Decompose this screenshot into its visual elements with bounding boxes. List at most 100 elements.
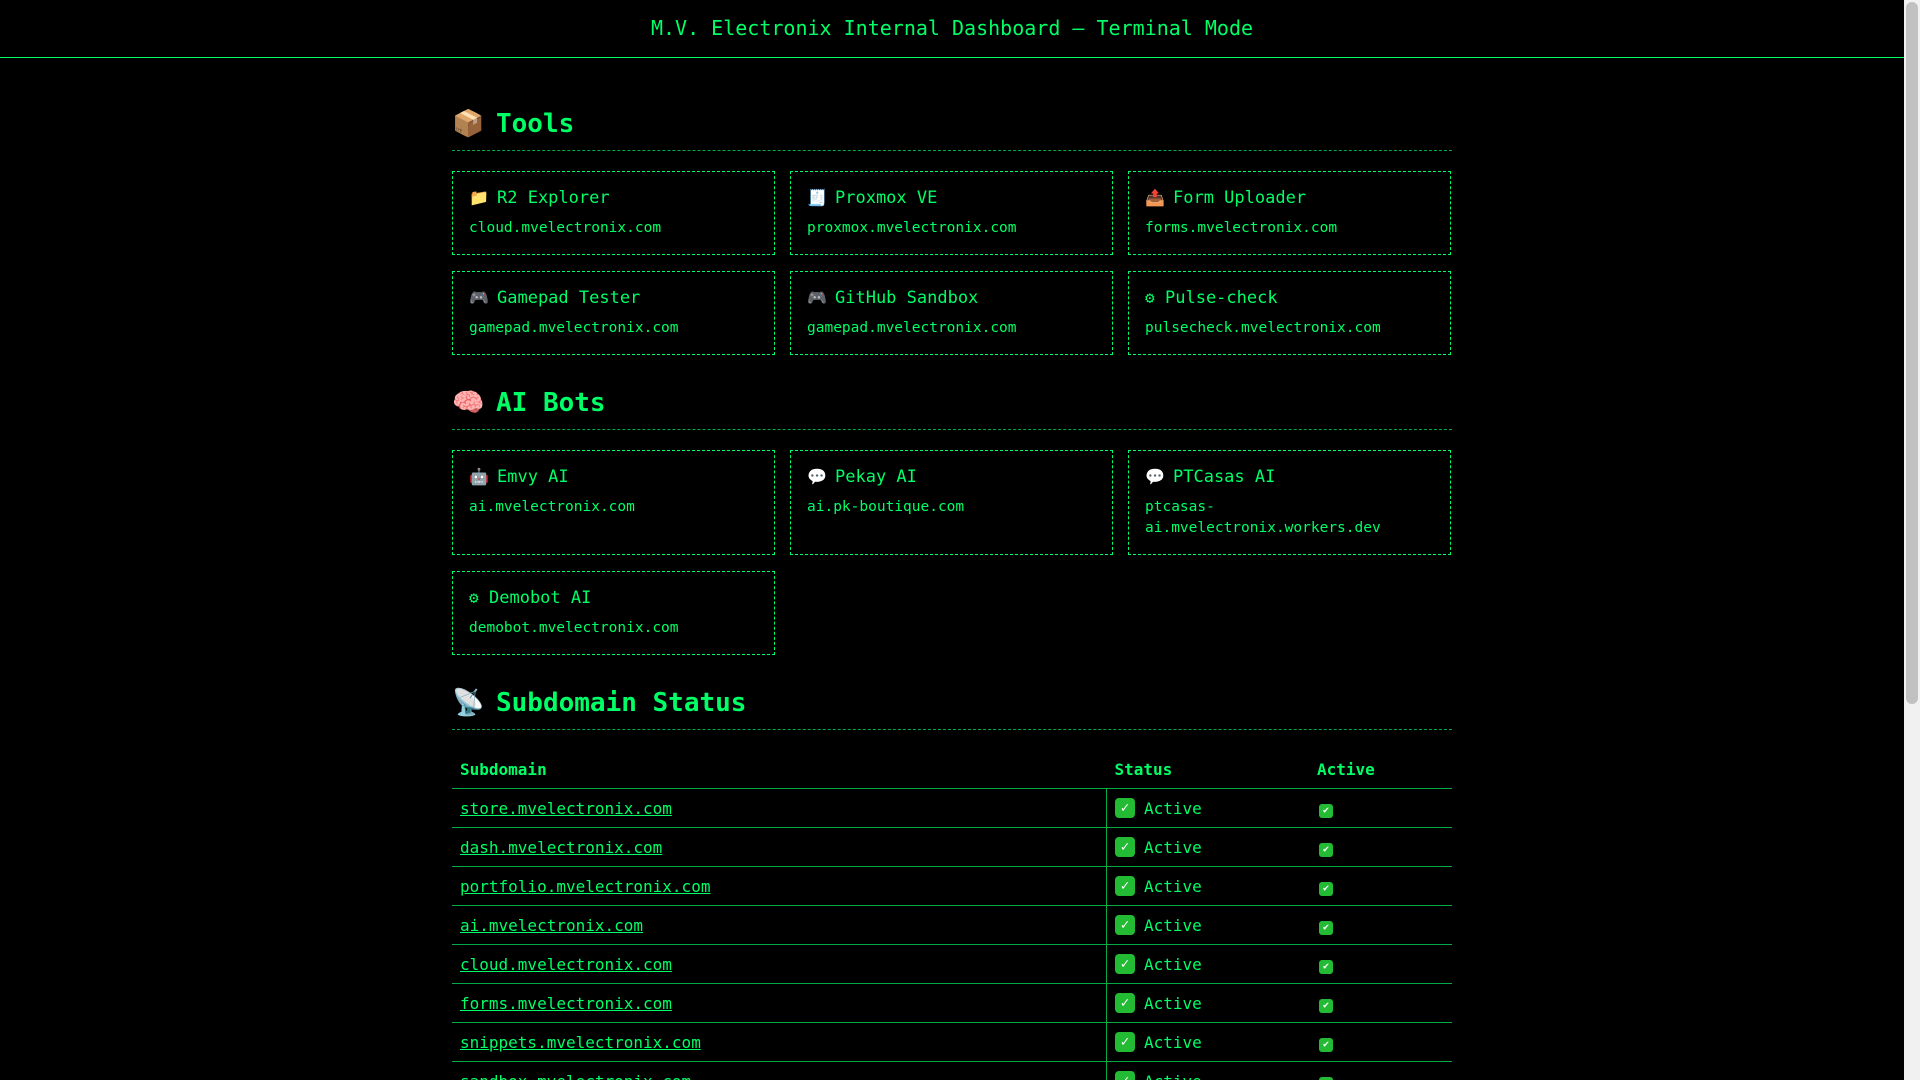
bot-card-ptcasas-ai[interactable]: 💬 PTCasas AI ptcasas-ai.mvelectronix.work… [1128,450,1451,555]
status-cell: ✓ Active [1106,1022,1309,1062]
check-mark-icon: ✓ [1115,798,1135,818]
active-check-icon: ✔ [1319,998,1333,1013]
table-row: store.mvelectronix.com ✓ Active ✔ [452,788,1452,828]
card-url: gamepad.mvelectronix.com [469,320,679,336]
tools-grid: 📁 R2 Explorer cloud.mvelectronix.com 🧾 Pro… [452,171,1452,355]
subdomain-link[interactable]: ai.mvelectronix.com [460,916,643,935]
subdomain-link[interactable]: store.mvelectronix.com [460,799,672,818]
ai-bots-grid: 🤖 Emvy AI ai.mvelectronix.com 💬 Pekay AI a… [452,450,1452,655]
status-cell: ✓ Active [1106,944,1309,984]
status-cell: ✓ Active [1106,866,1309,906]
card-url: gamepad.mvelectronix.com [807,320,1017,336]
subdomain-cell: dash.mvelectronix.com [452,827,1107,867]
active-cell: ✔ [1309,983,1452,1023]
card-url: proxmox.mvelectronix.com [807,220,1017,236]
card-title: Form Uploader [1173,188,1307,208]
table-body: store.mvelectronix.com ✓ Active ✔ dash.mvele… [452,788,1452,1080]
check-mark-icon: ✓ [1115,954,1135,974]
active-cell: ✔ [1309,905,1452,945]
tool-card-form-uploader[interactable]: 📤 Form Uploader forms.mvelectronix.com [1128,171,1451,255]
card-url: ai.pk-boutique.com [807,499,965,515]
status-text: Active [1144,798,1202,818]
check-mark-icon: ✓ [1115,837,1135,857]
subdomain-cell: forms.mvelectronix.com [452,983,1107,1023]
gamepad-icon: 🎮 [469,288,489,307]
status-text: Active [1144,954,1202,974]
subdomain-link[interactable]: forms.mvelectronix.com [460,994,672,1013]
subdomain-cell: store.mvelectronix.com [452,788,1107,828]
ai-bots-section-header: 🧠 AI Bots [452,381,1452,430]
subdomain-status-table: Subdomain Status Active store.mvelectron… [452,750,1452,1080]
check-mark-icon: ✓ [1115,993,1135,1013]
active-check-icon: ✔ [1319,881,1333,896]
bot-card-emvy-ai[interactable]: 🤖 Emvy AI ai.mvelectronix.com [452,450,775,555]
subdomain-link[interactable]: snippets.mvelectronix.com [460,1033,701,1052]
active-check-icon: ✔ [1319,920,1333,935]
card-title: PTCasas AI [1173,467,1276,487]
card-url: cloud.mvelectronix.com [469,220,662,236]
status-cell: ✓ Active [1106,1061,1309,1080]
card-title: Emvy AI [497,467,569,487]
package-icon: 📦 [452,109,485,139]
outbox-tray-icon: 📤 [1145,188,1165,207]
speech-bubble-icon: 💬 [1145,467,1165,486]
scrollbar-thumb[interactable] [1906,2,1918,704]
subdomain-link[interactable]: dash.mvelectronix.com [460,838,662,857]
vertical-scrollbar[interactable] [1904,0,1920,1080]
active-cell: ✔ [1309,866,1452,906]
card-url: forms.mvelectronix.com [1145,220,1338,236]
subdomain-link[interactable]: sandbox.mvelectronix.com [460,1072,691,1080]
column-header-subdomain: Subdomain [452,750,1107,789]
column-header-status: Status [1106,750,1309,789]
status-text: Active [1144,915,1202,935]
column-header-active: Active [1309,750,1452,789]
active-check-icon: ✔ [1319,842,1333,857]
subdomain-cell: snippets.mvelectronix.com [452,1022,1107,1062]
status-text: Active [1144,1032,1202,1052]
card-title: Demobot AI [489,588,592,608]
status-text: Active [1144,993,1202,1013]
gear-icon: ⚙ [1145,288,1155,307]
gamepad-icon: 🎮 [807,288,827,307]
subdomain-link[interactable]: cloud.mvelectronix.com [460,955,672,974]
check-mark-icon: ✓ [1115,1032,1135,1052]
speech-bubble-icon: 💬 [807,467,827,486]
active-cell: ✔ [1309,944,1452,984]
status-text: Active [1144,837,1202,857]
folder-icon: 📁 [469,188,489,207]
active-check-icon: ✔ [1319,1037,1333,1052]
tool-card-github-sandbox[interactable]: 🎮 GitHub Sandbox gamepad.mvelectronix.com [790,271,1113,355]
tool-card-gamepad-tester[interactable]: 🎮 Gamepad Tester gamepad.mvelectronix.com [452,271,775,355]
tool-card-proxmox-ve[interactable]: 🧾 Proxmox VE proxmox.mvelectronix.com [790,171,1113,255]
ai-bots-heading: AI Bots [496,388,606,418]
bot-card-pekay-ai[interactable]: 💬 Pekay AI ai.pk-boutique.com [790,450,1113,555]
table-row: forms.mvelectronix.com ✓ Active ✔ [452,983,1452,1023]
subdomain-cell: cloud.mvelectronix.com [452,944,1107,984]
card-title: GitHub Sandbox [835,288,979,308]
status-text: Active [1144,876,1202,896]
subdomain-cell: ai.mvelectronix.com [452,905,1107,945]
table-row: snippets.mvelectronix.com ✓ Active ✔ [452,1022,1452,1062]
card-title: R2 Explorer [497,188,610,208]
status-cell: ✓ Active [1106,905,1309,945]
robot-icon: 🤖 [469,467,489,486]
tool-card-pulse-check[interactable]: ⚙ Pulse-check pulsecheck.mvelectronix.com [1128,271,1451,355]
bot-card-demobot-ai[interactable]: ⚙ Demobot AI demobot.mvelectronix.com [452,571,775,655]
receipt-icon: 🧾 [807,188,827,207]
satellite-antenna-icon: 📡 [452,688,485,718]
main-content: 📦 Tools 📁 R2 Explorer cloud.mvelectronix.… [452,58,1452,1080]
tools-heading: Tools [496,109,575,139]
tool-card-r2-explorer[interactable]: 📁 R2 Explorer cloud.mvelectronix.com [452,171,775,255]
table-row: ai.mvelectronix.com ✓ Active ✔ [452,905,1452,945]
status-section-header: 📡 Subdomain Status [452,681,1452,730]
status-text: Active [1144,1072,1202,1080]
active-check-icon: ✔ [1319,803,1333,818]
card-url: pulsecheck.mvelectronix.com [1145,320,1381,336]
subdomain-link[interactable]: portfolio.mvelectronix.com [460,877,710,896]
card-title: Proxmox VE [835,188,938,208]
table-row: dash.mvelectronix.com ✓ Active ✔ [452,827,1452,867]
active-check-icon: ✔ [1319,959,1333,974]
card-url: ai.mvelectronix.com [469,499,635,515]
card-title: Gamepad Tester [497,288,641,308]
card-url: demobot.mvelectronix.com [469,620,679,636]
